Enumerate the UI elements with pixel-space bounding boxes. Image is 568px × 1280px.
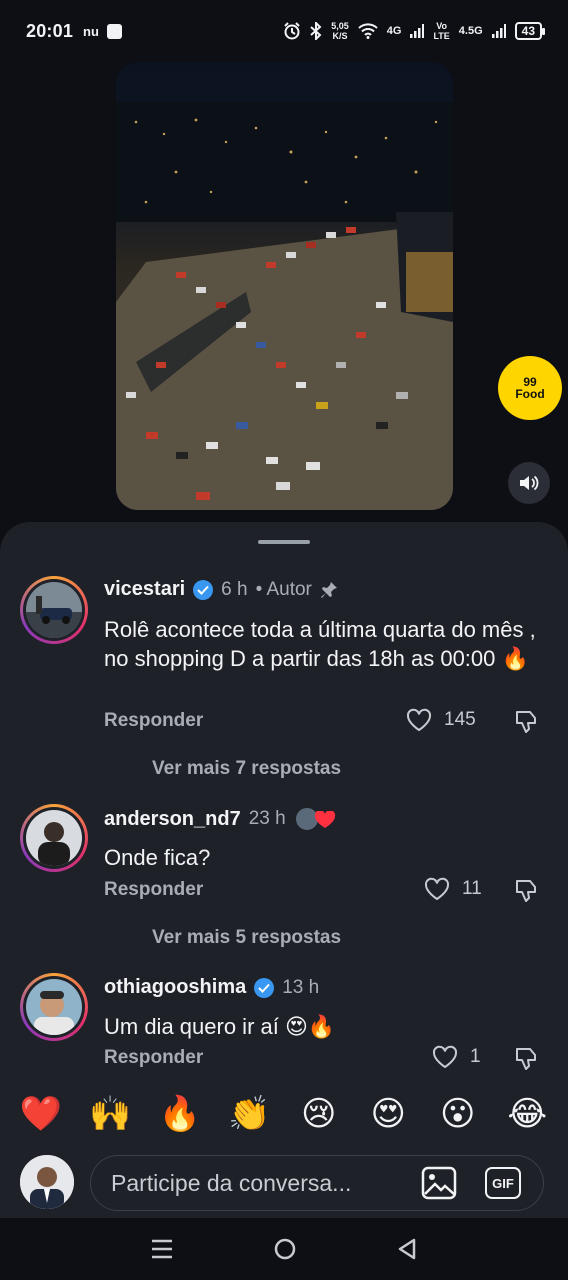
- comment-time: 23 h: [248, 808, 286, 829]
- emoji-fire[interactable]: 🔥: [156, 1094, 204, 1134]
- volte-label: Vo LTE: [433, 21, 450, 41]
- back-icon[interactable]: [396, 1237, 418, 1261]
- image-icon[interactable]: [421, 1166, 457, 1200]
- emoji-clap[interactable]: 👏: [225, 1094, 273, 1134]
- like-group: 1: [432, 1045, 481, 1069]
- comment-time: 13 h: [282, 976, 320, 998]
- clock: 20:01: [26, 20, 74, 41]
- author-liked-icon: [293, 806, 338, 832]
- comment-input[interactable]: [111, 1169, 401, 1197]
- comment-text: Um dia quero ir aí 😍🔥: [104, 1014, 336, 1039]
- comment-time: 6 h: [221, 578, 248, 600]
- video-thumbnail[interactable]: [116, 62, 453, 510]
- comment-input-container: GIF: [90, 1155, 544, 1211]
- drag-handle[interactable]: [258, 540, 310, 544]
- emoji-raised-hands[interactable]: 🙌: [86, 1094, 134, 1134]
- dislike-icon[interactable]: [512, 1046, 538, 1072]
- emoji-heart[interactable]: ❤️: [17, 1094, 65, 1134]
- author-label: • Autor: [255, 578, 312, 600]
- like-group: 145: [406, 708, 476, 732]
- like-count: 1: [470, 1046, 481, 1067]
- reply-button[interactable]: Responder: [104, 1047, 203, 1069]
- pin-icon: [320, 581, 337, 598]
- gif-button[interactable]: GIF: [485, 1167, 521, 1199]
- speaker-icon: [520, 475, 539, 491]
- brand-badge-line2: Food: [515, 387, 545, 401]
- emoji-crying[interactable]: 😢: [295, 1094, 343, 1134]
- emoji-heart-eyes[interactable]: 😍: [364, 1094, 412, 1134]
- emoji-reaction-bar: ❤️ 🙌 🔥 👏 😢 😍 😮 😂: [0, 1090, 568, 1138]
- view-more-replies[interactable]: Ver mais 7 respostas: [152, 758, 341, 780]
- wifi-icon: [358, 23, 378, 39]
- nubank-notification-icon: nu: [83, 23, 99, 39]
- signal-icon-1: [410, 24, 425, 38]
- reply-button[interactable]: Responder: [104, 879, 203, 901]
- system-navigation-bar: [0, 1218, 568, 1280]
- emoji-laughing[interactable]: 😂: [503, 1094, 551, 1134]
- comment-header: othiagooshima 13 h: [104, 976, 319, 999]
- avatar[interactable]: [20, 973, 88, 1041]
- network-speed: 5,05 K/S: [331, 21, 349, 41]
- username[interactable]: othiagooshima: [104, 976, 246, 999]
- heart-icon[interactable]: [424, 877, 450, 901]
- comment-composer: GIF: [0, 1146, 568, 1218]
- dislike-icon[interactable]: [512, 878, 538, 904]
- comment-header: vicestari 6 h • Autor: [104, 578, 338, 601]
- home-icon[interactable]: [273, 1237, 297, 1261]
- avatar[interactable]: [20, 576, 88, 644]
- network-type-3: 4.5G: [458, 25, 483, 37]
- signal-icon-2: [491, 24, 506, 38]
- heart-icon[interactable]: [432, 1045, 458, 1069]
- comment-header: anderson_nd7 23 h: [104, 806, 338, 832]
- menu-icon[interactable]: [150, 1238, 174, 1260]
- reply-button[interactable]: Responder: [104, 710, 203, 732]
- alarm-icon: [284, 22, 300, 40]
- status-icons: 5,05 K/S 4G Vo LTE 4.5G 43: [283, 21, 546, 41]
- verified-badge-icon: [254, 977, 275, 998]
- comment-text: Onde fica?: [104, 845, 211, 870]
- like-group: 11: [424, 877, 482, 901]
- emoji-surprised[interactable]: 😮: [434, 1094, 482, 1134]
- avatar[interactable]: [20, 804, 88, 872]
- like-count: 145: [444, 709, 476, 730]
- like-count: 11: [462, 878, 482, 899]
- my-avatar: [20, 1155, 74, 1209]
- comment-text: Rolê acontece toda a última quarta do mê…: [104, 617, 536, 671]
- verified-badge-icon: [193, 579, 214, 600]
- battery-icon: 43: [514, 22, 546, 40]
- username[interactable]: anderson_nd7: [104, 808, 241, 831]
- bluetooth-icon: [310, 22, 322, 40]
- heart-icon[interactable]: [406, 708, 432, 732]
- night-parking-lot-image: [116, 62, 453, 510]
- username[interactable]: vicestari: [104, 578, 185, 601]
- 99food-badge[interactable]: 99 Food: [498, 356, 562, 420]
- volume-button[interactable]: [508, 462, 550, 504]
- network-type-1: 4G: [386, 25, 402, 37]
- status-bar: 20:01 nu 5,05 K/S 4G Vo LTE 4.5G 43: [0, 0, 568, 62]
- view-more-replies[interactable]: Ver mais 5 respostas: [152, 927, 341, 949]
- dislike-icon[interactable]: [512, 709, 538, 735]
- notification-square-icon: [106, 23, 122, 39]
